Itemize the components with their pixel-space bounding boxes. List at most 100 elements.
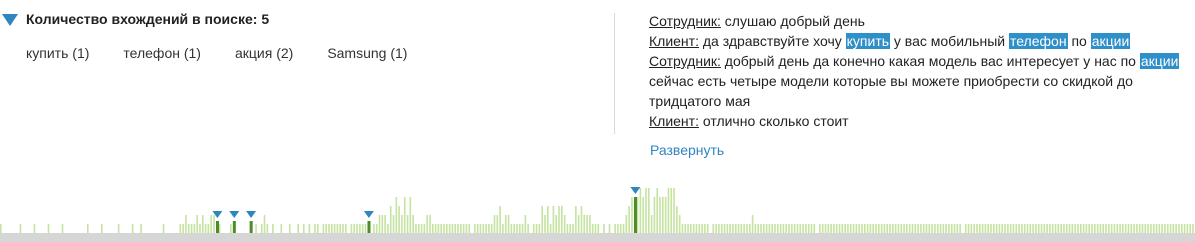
timeline-bar — [1141, 224, 1144, 233]
timeline-bar — [1136, 224, 1138, 233]
highlighted-keyword[interactable]: телефон — [1008, 33, 1068, 49]
timeline-match-bar — [249, 221, 253, 233]
timeline-bar — [218, 224, 221, 233]
timeline-bar — [1175, 224, 1177, 233]
timeline-bar — [583, 215, 586, 233]
timeline-bar — [353, 224, 356, 233]
expand-link[interactable]: Развернуть — [650, 142, 724, 158]
timeline-match-bar — [367, 221, 371, 233]
timeline-bar — [1018, 224, 1020, 233]
keyword-akciya[interactable]: акция (2) — [235, 45, 293, 61]
timeline-bar — [496, 215, 499, 233]
timeline-bar — [479, 224, 482, 233]
speaker-label: Клиент: — [649, 33, 699, 49]
collapse-triangle-icon[interactable] — [2, 13, 18, 26]
timeline-bar — [858, 224, 860, 233]
timeline-bar — [740, 224, 743, 233]
timeline-bar — [953, 224, 956, 233]
summary-toggle[interactable]: Количество вхождений в поиске: 5 — [0, 11, 269, 27]
speaker-label: Сотрудник: — [649, 53, 721, 69]
timeline-bar — [642, 197, 644, 233]
timeline-bar — [945, 224, 947, 233]
timeline-bar — [507, 215, 510, 233]
timeline-match-bar — [216, 221, 219, 233]
timeline-bar — [1130, 224, 1133, 233]
keyword-kupit[interactable]: купить (1) — [26, 45, 89, 61]
speaker-label: Сотрудник: — [649, 13, 721, 29]
timeline-bar — [230, 224, 232, 233]
timeline-bar — [100, 224, 103, 233]
timeline-bar — [1012, 224, 1015, 233]
timeline-bar — [917, 224, 919, 233]
timeline-bar — [939, 224, 942, 233]
timeline-bar — [844, 224, 846, 233]
match-marker-icon[interactable] — [229, 211, 240, 218]
highlighted-keyword[interactable]: акции — [1090, 33, 1131, 49]
timeline-bar — [892, 224, 894, 233]
keyword-list: купить (1) телефон (1) акция (2) Samsung… — [26, 45, 441, 61]
timeline-bar — [572, 224, 574, 233]
timeline-bar — [392, 215, 395, 233]
timeline-bar — [193, 224, 196, 233]
timeline-bar — [555, 215, 558, 233]
timeline-bar — [1172, 224, 1175, 233]
timeline-bar — [1116, 224, 1119, 233]
timeline-bar — [375, 224, 378, 233]
timeline-bar — [1152, 224, 1155, 233]
timeline-bar — [1144, 224, 1147, 233]
timeline-bar — [760, 224, 762, 233]
timeline-bar — [908, 224, 911, 233]
timeline-bar — [359, 224, 361, 233]
transcript-text: у вас мобильный — [890, 33, 1009, 49]
timeline-bar — [1150, 224, 1152, 233]
timeline-bar — [737, 224, 740, 233]
keyword-telefon[interactable]: телефон (1) — [123, 45, 201, 61]
timeline-bar — [1043, 224, 1046, 233]
transcript-text: сейчас есть четыре модели которые вы мож… — [649, 73, 1133, 109]
timeline-bar — [835, 224, 838, 233]
highlighted-keyword[interactable]: купить — [845, 33, 891, 49]
timeline-bar — [1169, 224, 1172, 233]
timeline-bar — [1133, 224, 1135, 233]
timeline-bar — [429, 215, 431, 233]
timeline-bar — [849, 224, 852, 233]
timeline-bar — [260, 224, 263, 233]
timeline-bar — [482, 224, 485, 233]
timeline-bar — [1180, 224, 1183, 233]
timeline-bar — [712, 224, 715, 233]
audio-timeline[interactable] — [0, 170, 1195, 242]
timeline-bar — [1192, 224, 1194, 233]
timeline-bar — [743, 224, 745, 233]
keyword-samsung[interactable]: Samsung (1) — [327, 45, 407, 61]
timeline-bar — [1063, 224, 1065, 233]
timeline-bar — [1077, 224, 1079, 233]
match-marker-icon[interactable] — [363, 211, 374, 218]
timeline-bar — [942, 224, 945, 233]
timeline-bar — [518, 224, 521, 233]
timeline-bar — [673, 188, 675, 233]
timeline-bar — [732, 224, 734, 233]
timeline-bar — [920, 224, 922, 233]
match-marker-icon[interactable] — [630, 187, 641, 194]
timeline-bar — [440, 224, 443, 233]
timeline-bar — [695, 224, 698, 233]
timeline-bar — [973, 224, 975, 233]
timeline-bar — [869, 224, 872, 233]
timeline-bar — [645, 188, 647, 233]
timeline-bar — [468, 224, 471, 233]
timeline-bar — [524, 215, 527, 233]
timeline-bar — [297, 224, 299, 233]
timeline-bar — [948, 224, 950, 233]
timeline-bar — [409, 197, 412, 233]
timeline-chart[interactable] — [0, 170, 1195, 242]
timeline-bar — [617, 224, 619, 233]
timeline-bar — [681, 224, 684, 233]
highlighted-keyword[interactable]: акции — [1139, 53, 1180, 69]
timeline-bar — [1049, 224, 1051, 233]
match-marker-icon[interactable] — [246, 211, 257, 218]
timeline-bar — [678, 215, 681, 233]
timeline-bar — [819, 224, 821, 233]
timeline-bar — [771, 224, 774, 233]
timeline-bar — [1122, 224, 1124, 233]
timeline-bar — [547, 206, 549, 233]
